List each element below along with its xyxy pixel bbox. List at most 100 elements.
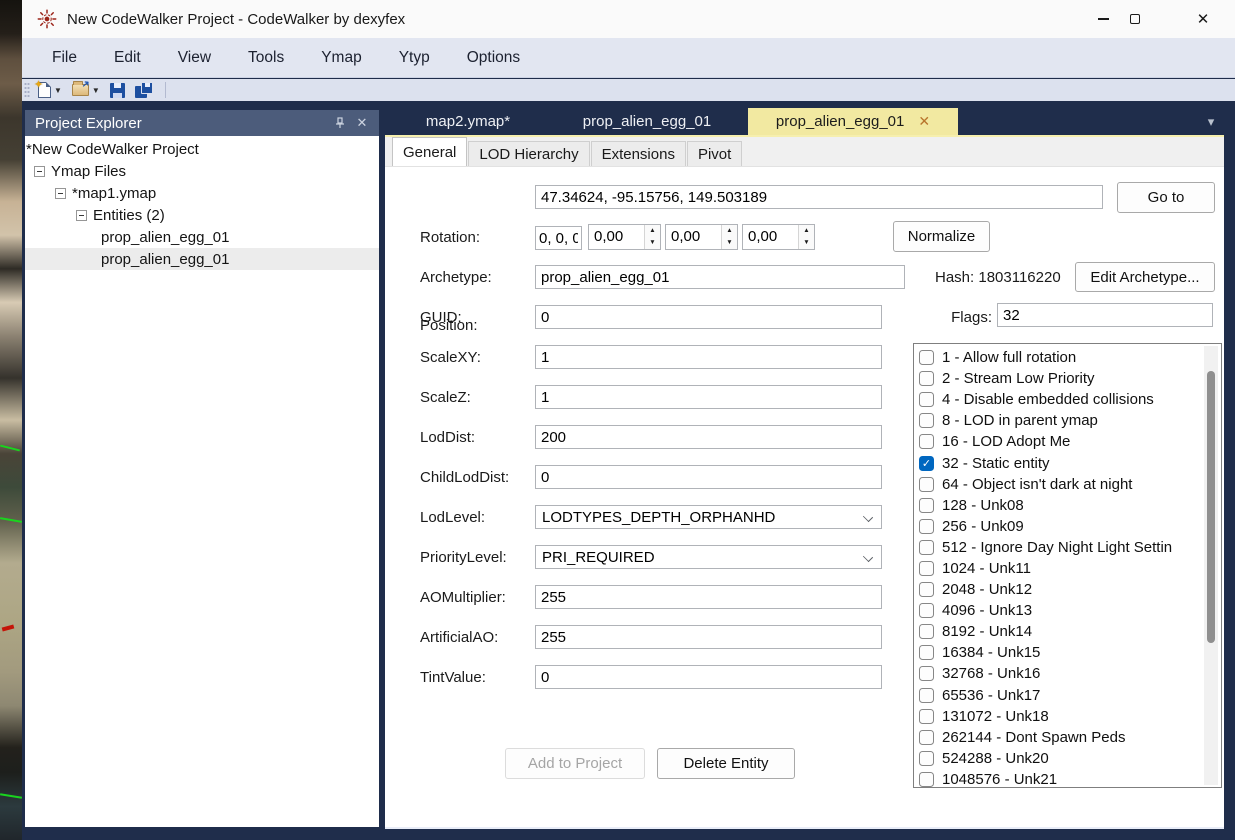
aomultiplier-input[interactable] (535, 585, 882, 609)
flag-row-524288[interactable]: 524288 - Unk20 (919, 748, 1221, 769)
normalize-button[interactable]: Normalize (893, 221, 990, 252)
scalez-input[interactable] (535, 385, 882, 409)
flag-checkbox[interactable] (919, 603, 934, 618)
flag-checkbox[interactable] (919, 645, 934, 660)
goto-button[interactable]: Go to (1117, 182, 1215, 213)
tab-pivot[interactable]: Pivot (687, 141, 742, 166)
close-button[interactable]: ✕ (1180, 0, 1226, 38)
menu-ytyp[interactable]: Ytyp (385, 42, 444, 74)
flag-row-4096[interactable]: 4096 - Unk13 (919, 600, 1221, 621)
flag-checkbox[interactable] (919, 392, 934, 407)
flag-row-16[interactable]: 16 - LOD Adopt Me (919, 431, 1221, 452)
add-to-project-button[interactable]: Add to Project (505, 748, 645, 779)
maximize-button[interactable] (1112, 0, 1158, 38)
flag-row-65536[interactable]: 65536 - Unk17 (919, 685, 1221, 706)
lodlevel-select[interactable]: LODTYPES_DEPTH_ORPHANHD (535, 505, 882, 529)
expander-icon[interactable] (76, 210, 87, 221)
flag-row-32[interactable]: ✓32 - Static entity (919, 452, 1221, 473)
flag-row-131072[interactable]: 131072 - Unk18 (919, 706, 1221, 727)
doc-tab-prop-alien-egg-01[interactable]: prop_alien_egg_01 (546, 108, 748, 135)
flags-input[interactable] (997, 303, 1213, 327)
rotation-spinner-1[interactable]: 0,00▲▼ (665, 224, 738, 250)
expander-icon[interactable] (55, 188, 66, 199)
open-project-icon[interactable]: ➜ (72, 84, 89, 96)
flag-row-16384[interactable]: 16384 - Unk15 (919, 642, 1221, 663)
tree-item-ymap-files[interactable]: Ymap Files (25, 160, 379, 182)
spinner-up-icon[interactable]: ▲ (722, 225, 737, 237)
flag-checkbox[interactable] (919, 666, 934, 681)
flag-row-2048[interactable]: 2048 - Unk12 (919, 579, 1221, 600)
scrollbar-thumb[interactable] (1207, 371, 1215, 643)
panel-close-icon[interactable]: ✕ (351, 112, 373, 134)
flag-checkbox[interactable] (919, 709, 934, 724)
flag-checkbox[interactable] (919, 371, 934, 386)
flag-checkbox[interactable] (919, 519, 934, 534)
spinner-down-icon[interactable]: ▼ (799, 237, 814, 249)
flag-checkbox[interactable] (919, 498, 934, 513)
flag-checkbox[interactable] (919, 540, 934, 555)
flag-checkbox[interactable] (919, 582, 934, 597)
flag-row-256[interactable]: 256 - Unk09 (919, 516, 1221, 537)
flag-checkbox[interactable] (919, 772, 934, 787)
flag-row-128[interactable]: 128 - Unk08 (919, 495, 1221, 516)
loddist-input[interactable] (535, 425, 882, 449)
flag-row-32768[interactable]: 32768 - Unk16 (919, 663, 1221, 684)
expander-icon[interactable] (34, 166, 45, 177)
pin-icon[interactable] (329, 112, 351, 134)
flag-row-1048576[interactable]: 1048576 - Unk21 (919, 769, 1221, 788)
flag-row-512[interactable]: 512 - Ignore Day Night Light Settin (919, 537, 1221, 558)
doc-tab-map2-ymap[interactable]: map2.ymap* (390, 108, 546, 135)
menu-file[interactable]: File (38, 42, 91, 74)
tree-item-new-codewalker-project[interactable]: *New CodeWalker Project (25, 138, 379, 160)
menu-edit[interactable]: Edit (100, 42, 155, 74)
tab-general[interactable]: General (392, 137, 467, 166)
spinner-up-icon[interactable]: ▲ (645, 225, 660, 237)
rotation-spinner-0[interactable]: 0,00▲▼ (588, 224, 661, 250)
guid-input[interactable] (535, 305, 882, 329)
save-all-icon[interactable] (135, 82, 153, 98)
delete-entity-button[interactable]: Delete Entity (657, 748, 795, 779)
tree-item-prop-alien-egg-01[interactable]: prop_alien_egg_01 (25, 248, 379, 270)
prioritylevel-select[interactable]: PRI_REQUIRED (535, 545, 882, 569)
artificialao-input[interactable] (535, 625, 882, 649)
flag-row-8192[interactable]: 8192 - Unk14 (919, 621, 1221, 642)
flag-row-64[interactable]: 64 - Object isn't dark at night (919, 474, 1221, 495)
tab-lod-hierarchy[interactable]: LOD Hierarchy (468, 141, 589, 166)
menu-view[interactable]: View (164, 42, 225, 74)
flag-row-4[interactable]: 4 - Disable embedded collisions (919, 389, 1221, 410)
edit-archetype-button[interactable]: Edit Archetype... (1075, 262, 1215, 292)
doc-tab-prop-alien-egg-01[interactable]: prop_alien_egg_01✕ (748, 108, 958, 135)
tab-list-dropdown-icon[interactable]: ▾ (1198, 110, 1224, 134)
open-dropdown-icon[interactable]: ▼ (92, 86, 100, 95)
tree-item-map1-ymap[interactable]: *map1.ymap (25, 182, 379, 204)
flag-row-2[interactable]: 2 - Stream Low Priority (919, 368, 1221, 389)
new-project-icon[interactable]: ✦ (38, 82, 51, 98)
rotation-spinner-2[interactable]: 0,00▲▼ (742, 224, 815, 250)
tree-item-entities-2[interactable]: Entities (2) (25, 204, 379, 226)
tintvalue-input[interactable] (535, 665, 882, 689)
spinner-down-icon[interactable]: ▼ (722, 237, 737, 249)
tree-item-prop-alien-egg-01[interactable]: prop_alien_egg_01 (25, 226, 379, 248)
spinner-down-icon[interactable]: ▼ (645, 237, 660, 249)
flag-checkbox[interactable] (919, 413, 934, 428)
flag-row-8[interactable]: 8 - LOD in parent ymap (919, 410, 1221, 431)
flag-row-1[interactable]: 1 - Allow full rotation (919, 347, 1221, 368)
flag-checkbox[interactable] (919, 477, 934, 492)
flag-checkbox[interactable] (919, 688, 934, 703)
flag-checkbox[interactable] (919, 730, 934, 745)
menu-ymap[interactable]: Ymap (307, 42, 376, 74)
menu-options[interactable]: Options (453, 42, 534, 74)
menu-tools[interactable]: Tools (234, 42, 298, 74)
flag-row-262144[interactable]: 262144 - Dont Spawn Peds (919, 727, 1221, 748)
save-icon[interactable] (110, 83, 125, 98)
flag-checkbox[interactable]: ✓ (919, 456, 934, 471)
scalexy-input[interactable] (535, 345, 882, 369)
flag-checkbox[interactable] (919, 624, 934, 639)
new-dropdown-icon[interactable]: ▼ (54, 86, 62, 95)
childloddist-input[interactable] (535, 465, 882, 489)
flag-checkbox[interactable] (919, 751, 934, 766)
position-input[interactable] (535, 185, 1103, 209)
tab-close-icon[interactable]: ✕ (918, 113, 930, 130)
flag-checkbox[interactable] (919, 350, 934, 365)
flags-scrollbar[interactable] (1204, 346, 1218, 785)
